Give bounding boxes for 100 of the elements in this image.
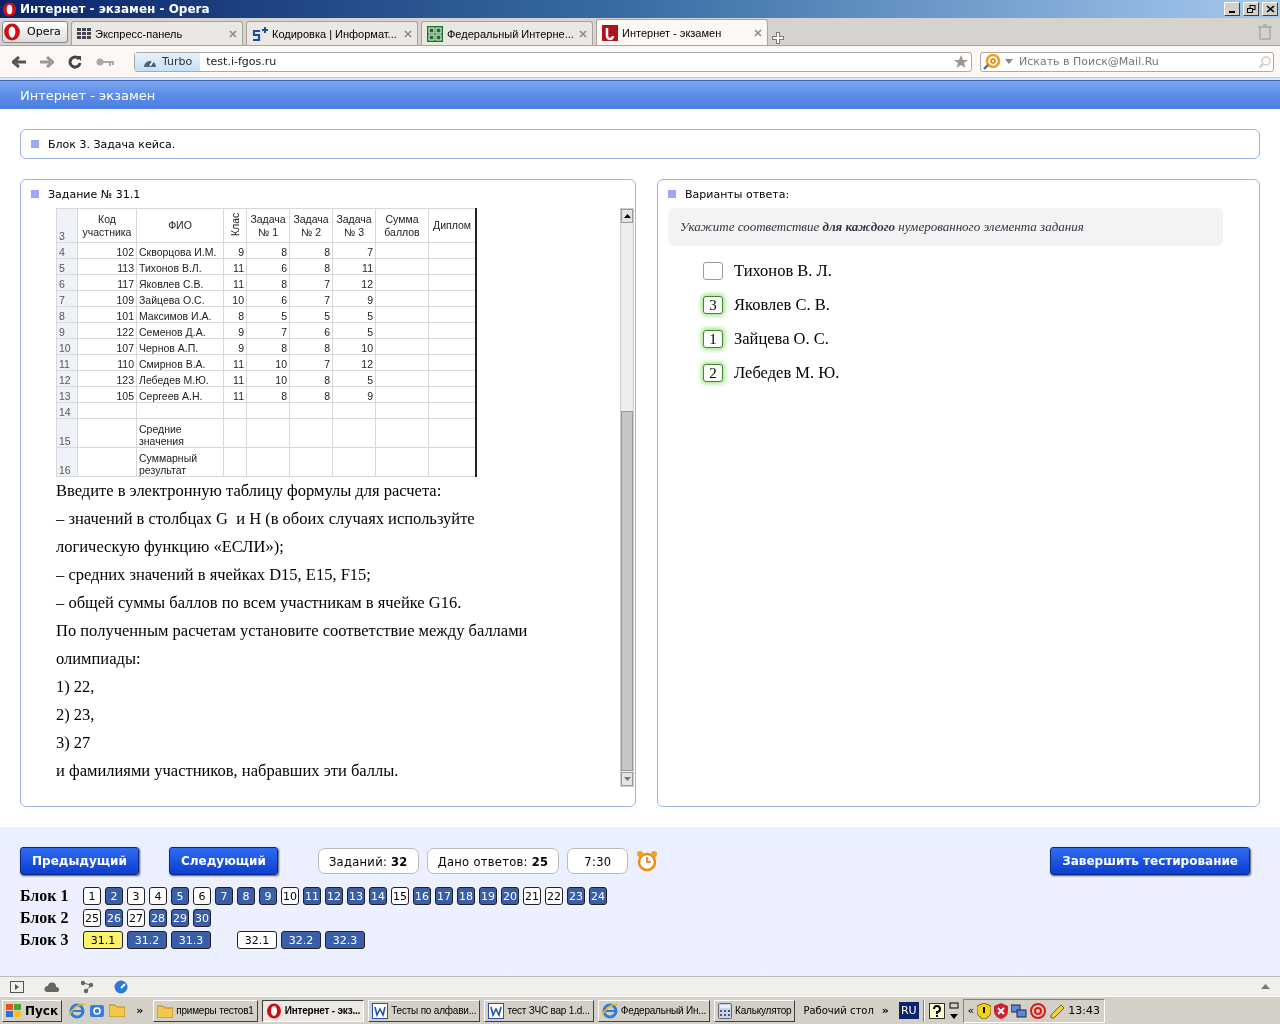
- question-number-button[interactable]: 7: [215, 887, 233, 905]
- question-number-button[interactable]: 12: [325, 887, 343, 905]
- network-nodes-icon[interactable]: [80, 979, 94, 994]
- question-number-button[interactable]: 1: [83, 887, 101, 905]
- question-number-button[interactable]: 9: [259, 887, 277, 905]
- shield-warning-icon[interactable]: [977, 1002, 992, 1019]
- question-number-button[interactable]: 5: [171, 887, 189, 905]
- address-field[interactable]: Turbo test.i-fgos.ru: [134, 51, 972, 72]
- reload-icon[interactable]: [68, 54, 82, 69]
- pencil-icon[interactable]: [1049, 1002, 1066, 1019]
- browser-tab[interactable]: Экспресс-панель: [71, 21, 243, 45]
- shield-alert-icon[interactable]: [994, 1002, 1009, 1019]
- question-number-button[interactable]: 4: [149, 887, 167, 905]
- table-cell: Смирнов В.А.: [136, 354, 224, 371]
- cloud-icon[interactable]: [44, 981, 60, 992]
- question-number-button[interactable]: 31.3: [171, 931, 211, 949]
- taskbar-item[interactable]: Калькулятор: [714, 999, 796, 1022]
- panel-toggle-icon[interactable]: [10, 980, 24, 993]
- bookmark-star-icon[interactable]: [954, 55, 968, 68]
- question-number-button[interactable]: 19: [479, 887, 497, 905]
- close-tab-icon[interactable]: [579, 29, 587, 38]
- question-number-button[interactable]: 10: [281, 887, 299, 905]
- table-cell: 10: [246, 370, 290, 387]
- scroll-down-icon[interactable]: [623, 777, 631, 781]
- answer-input[interactable]: 1: [703, 330, 723, 348]
- bullet-icon: [31, 140, 39, 148]
- question-number-button[interactable]: 32.1: [237, 931, 277, 949]
- question-number-button[interactable]: 6: [193, 887, 211, 905]
- question-number-button[interactable]: 31.2: [127, 931, 167, 949]
- question-number-button[interactable]: 28: [149, 909, 167, 927]
- browser-tab[interactable]: Интернет - экзамен: [596, 19, 768, 45]
- browser-tab[interactable]: Кодировка | Информат...: [246, 21, 418, 45]
- close-tab-icon[interactable]: [404, 29, 412, 38]
- language-indicator[interactable]: RU: [898, 1002, 919, 1019]
- restore-button[interactable]: [1243, 2, 1259, 16]
- question-number-button[interactable]: 22: [545, 887, 563, 905]
- question-number-button[interactable]: 20: [501, 887, 519, 905]
- question-number-button[interactable]: 27: [127, 909, 145, 927]
- question-number-button[interactable]: 3: [127, 887, 145, 905]
- question-number-button[interactable]: 24: [589, 887, 607, 905]
- close-button[interactable]: [1262, 2, 1278, 16]
- answer-input[interactable]: 3: [703, 296, 723, 314]
- question-number-button[interactable]: 11: [303, 887, 321, 905]
- question-number-button[interactable]: 26: [105, 909, 123, 927]
- question-number-button[interactable]: 29: [171, 909, 189, 927]
- finish-test-button[interactable]: Завершить тестирование: [1050, 847, 1250, 875]
- question-number-button[interactable]: 14: [369, 887, 387, 905]
- taskbar-item[interactable]: Тесты по алфави...: [368, 999, 481, 1022]
- back-icon[interactable]: [12, 55, 26, 68]
- answer-input[interactable]: 2: [703, 364, 723, 382]
- opera-logo-icon: [2, 1, 17, 17]
- turbo-button[interactable]: Turbo: [135, 52, 201, 71]
- question-number-button[interactable]: 13: [347, 887, 365, 905]
- taskbar-item[interactable]: тест ЗЧС вар 1.d...: [484, 999, 594, 1022]
- scrollbar[interactable]: [620, 208, 634, 787]
- task-text: – общей суммы баллов по всем участникам в ячейке G16.: [56, 592, 463, 614]
- scroll-up-icon[interactable]: [623, 214, 631, 218]
- next-button[interactable]: Следующий: [168, 847, 278, 875]
- minimize-button[interactable]: [1224, 2, 1240, 16]
- question-number-button[interactable]: 25: [83, 909, 101, 927]
- network-icon[interactable]: [1011, 1002, 1028, 1019]
- question-number-button[interactable]: 32.2: [281, 931, 321, 949]
- forward-icon[interactable]: [40, 55, 54, 68]
- question-number-button[interactable]: 16: [413, 887, 431, 905]
- taskbar-item[interactable]: примеры тестов1: [153, 999, 258, 1022]
- search-field[interactable]: Искать в Поиск@Mail.Ru: [980, 51, 1274, 72]
- table-cell: 8: [246, 338, 290, 355]
- close-tab-icon[interactable]: [754, 28, 762, 37]
- taskbar-item[interactable]: Интернет - экз...: [261, 999, 365, 1022]
- search-input[interactable]: Искать в Поиск@Mail.Ru: [1017, 54, 1255, 69]
- question-number-button[interactable]: 32.3: [325, 931, 365, 949]
- more-arrows[interactable]: »: [881, 1004, 889, 1017]
- scroll-thumb[interactable]: [621, 411, 633, 771]
- question-number-button[interactable]: 18: [457, 887, 475, 905]
- browser-tab[interactable]: Федеральный Интерне...: [421, 21, 593, 45]
- gauge-icon[interactable]: [114, 979, 128, 994]
- new-tab-icon[interactable]: [771, 31, 785, 45]
- question-number-button[interactable]: 15: [391, 887, 409, 905]
- help-icon[interactable]: [928, 1002, 945, 1019]
- more-arrows[interactable]: »: [136, 1004, 144, 1017]
- key-icon[interactable]: [96, 56, 114, 67]
- answer-input[interactable]: [703, 262, 723, 280]
- address-text[interactable]: test.i-fgos.ru: [200, 55, 954, 68]
- previous-button[interactable]: Предыдущий: [20, 847, 139, 875]
- window-switch-icon[interactable]: [948, 1001, 959, 1020]
- dropdown-caret-icon[interactable]: [1005, 59, 1013, 64]
- close-tab-icon[interactable]: [229, 29, 237, 38]
- question-number-button[interactable]: 21: [523, 887, 541, 905]
- question-number-button[interactable]: 2: [105, 887, 123, 905]
- tray-expand[interactable]: «: [967, 1004, 975, 1017]
- table-cell: Семенов Д.А.: [136, 322, 224, 339]
- start-button[interactable]: Пуск: [2, 999, 63, 1022]
- question-number-button[interactable]: 31.1: [83, 931, 123, 949]
- question-number-button[interactable]: 8: [237, 887, 255, 905]
- table-cell: Суммарный результат: [136, 447, 224, 477]
- taskbar-item[interactable]: Федеральный Ин...: [597, 999, 711, 1022]
- question-number-button[interactable]: 23: [567, 887, 585, 905]
- question-number-button[interactable]: 30: [193, 909, 211, 927]
- opera-menu-button[interactable]: Opera: [2, 20, 68, 43]
- question-number-button[interactable]: 17: [435, 887, 453, 905]
